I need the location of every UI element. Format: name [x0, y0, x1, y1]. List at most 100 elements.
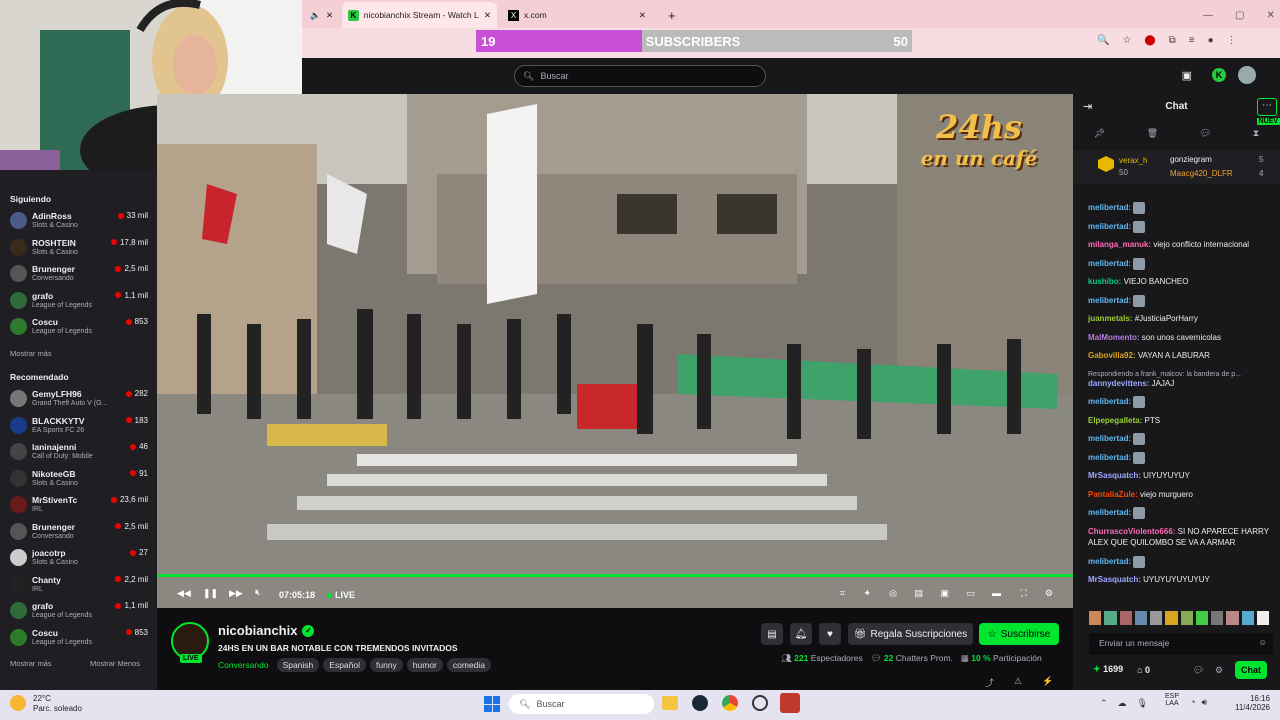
chat-username[interactable]: melibertad: — [1088, 296, 1131, 305]
emote-icon[interactable] — [1211, 611, 1224, 625]
emote-icon[interactable] — [1241, 611, 1254, 625]
mic-icon[interactable]: 🎙︎ — [1137, 698, 1148, 709]
whisper-icon[interactable]: 💬︎ — [1193, 665, 1204, 676]
theatre-icon[interactable]: ▬ — [992, 588, 1001, 598]
chat-toggle-icon[interactable]: ▤ — [761, 623, 783, 645]
emote-icon[interactable] — [1165, 611, 1178, 625]
tag[interactable]: Spanish — [276, 658, 320, 672]
mod-icon[interactable]: ⚡ — [1042, 676, 1053, 689]
chat-input[interactable]: Enviar un mensaje ☺ — [1089, 633, 1273, 655]
video-player[interactable]: 24hs en un café — [157, 94, 1073, 608]
share-icon[interactable]: ⤴ — [985, 676, 994, 689]
chat-username[interactable]: melibertad: — [1088, 259, 1131, 268]
maximize-icon[interactable]: ▢ — [1235, 10, 1244, 21]
clock[interactable]: 16:16 11/4/2026 — [1226, 694, 1270, 712]
chat-username[interactable]: Elpepegalleta: — [1088, 416, 1142, 425]
emote-icon[interactable] — [1104, 611, 1117, 625]
profile-icon[interactable]: ● — [1208, 35, 1214, 46]
sidebar-channel[interactable]: MrStivenTc IRL 23,6 mil — [10, 492, 148, 518]
tab-x[interactable]: X x.com ✕ — [502, 4, 652, 26]
sidebar-channel[interactable]: laninajenni Call of Duty: Mobile 46 — [10, 439, 148, 465]
chat-username[interactable]: melibertad: — [1088, 557, 1131, 566]
emote-icon[interactable] — [1180, 611, 1193, 625]
tag[interactable]: Español — [323, 658, 366, 672]
sidebar-channel[interactable]: Brunenger Conversando 2,5 mil — [10, 519, 148, 545]
chat-username[interactable]: melibertad: — [1088, 434, 1131, 443]
clip-icon[interactable]: ⌗ — [840, 588, 845, 599]
window-controls[interactable]: — ▢ ✕ — [1197, 4, 1280, 26]
extension-icon[interactable]: ⬤ — [1144, 35, 1155, 46]
timer-icon[interactable]: ⧗ — [1253, 128, 1259, 146]
sidebar-channel[interactable]: GemyLFH96 Grand Theft Auto V (G... 282 — [10, 386, 148, 412]
chat-username[interactable]: MrSasquatch: — [1088, 575, 1141, 584]
steam-icon[interactable] — [692, 695, 708, 711]
mute-icon[interactable]: 🔇︎ — [255, 587, 261, 598]
emote-icon[interactable] — [1256, 611, 1269, 625]
chat-username[interactable]: PantaliaZule: — [1088, 490, 1138, 499]
chrome-icon[interactable] — [722, 695, 738, 711]
obs-icon[interactable] — [780, 693, 800, 713]
sidebar-channel[interactable]: Chanty IRL 2,2 mil — [10, 572, 148, 598]
sidebar-channel[interactable]: grafo League of Legends 1,1 mil — [10, 598, 148, 624]
emoji-icon[interactable]: ☺ — [1258, 637, 1267, 647]
windows-start-icon[interactable] — [484, 696, 500, 712]
chat-username[interactable]: milanga_manuk: — [1088, 240, 1151, 249]
wifi-icon[interactable]: ◔ — [1190, 697, 1195, 708]
chat-username[interactable]: melibertad: — [1088, 453, 1131, 462]
emote-icon[interactable] — [1150, 611, 1163, 625]
chat-bubble-icon[interactable]: 💬︎ — [1200, 128, 1211, 146]
quality-icon[interactable]: ◎ — [889, 588, 897, 599]
report-icon[interactable]: ⚠ — [1014, 676, 1022, 689]
chat-username[interactable]: Gabovilla92: — [1088, 351, 1136, 360]
sidebar-channel[interactable]: Brunenger Conversando 2,5 mil — [10, 261, 148, 287]
app-icon[interactable] — [752, 695, 768, 711]
chat-username[interactable]: melibertad: — [1088, 508, 1131, 517]
sidebar-channel[interactable]: Coscu League of Legends 853 — [10, 314, 148, 340]
tab-twitch[interactable]: K nicobianchix Stream - Watch Li ✕ — [342, 2, 497, 28]
points-display[interactable]: ✦ 1699 — [1093, 664, 1123, 675]
chat-menu-icon[interactable]: ⋯ — [1257, 98, 1277, 116]
gift-subs-button[interactable]: 🎁︎ Regala Suscripciones — [848, 623, 973, 645]
progress-bar[interactable] — [157, 574, 1073, 577]
weather-icon[interactable] — [10, 695, 26, 711]
tag[interactable]: funny — [370, 658, 403, 672]
show-more-recommended[interactable]: Mostrar más — [10, 659, 52, 668]
bookmark-star-icon[interactable]: ☆ — [1122, 35, 1131, 46]
chat-username[interactable]: juanmetals: — [1088, 314, 1132, 323]
menu-dots-icon[interactable]: ⋮ — [1227, 35, 1237, 46]
forward-icon[interactable]: ▶▶ — [229, 588, 243, 599]
chat-username[interactable]: melibertad: — [1088, 397, 1131, 406]
user-avatar[interactable] — [1238, 66, 1256, 84]
tag[interactable]: comedia — [446, 658, 492, 672]
chat-username[interactable]: ChurrascoViolento666: — [1088, 527, 1175, 536]
queue-icon[interactable]: ≡ — [1189, 35, 1195, 46]
network-tray-icon[interactable]: ☁ — [1118, 698, 1127, 709]
chat-username[interactable]: MalMomento: — [1088, 333, 1140, 342]
tab-close-icon[interactable]: ✕ — [639, 10, 646, 21]
settings-gear-icon[interactable]: ⚙ — [1045, 588, 1053, 599]
bell-icon[interactable]: 🔔︎ — [790, 623, 812, 645]
minimize-icon[interactable]: — — [1203, 10, 1213, 21]
trash-icon[interactable]: 🗑︎ — [1147, 128, 1158, 146]
emote-icon[interactable] — [1134, 611, 1147, 625]
bits-display[interactable]: ⌂ 0 — [1137, 665, 1150, 675]
chat-username[interactable]: kushibo: — [1088, 277, 1121, 286]
new-tab-button[interactable]: + — [662, 4, 682, 26]
stats-icon[interactable]: ▤ — [914, 588, 923, 599]
chat-username[interactable]: melibertad: — [1088, 203, 1131, 212]
rewind-icon[interactable]: ◀◀ — [177, 588, 191, 599]
sidebar-channel[interactable]: NikoteeGB Slots & Casino 91 — [10, 466, 148, 492]
taskbar-search[interactable]: 🔍︎ Buscar — [509, 694, 654, 714]
fullscreen-icon[interactable]: ⛶ — [1021, 588, 1027, 599]
category-link[interactable]: Conversando — [218, 660, 269, 670]
chat-settings-icon[interactable]: ⚙ — [1215, 665, 1223, 676]
camera-icon[interactable]: ▣ — [1182, 69, 1192, 82]
channel-name[interactable]: nicobianchix — [218, 623, 297, 638]
chat-send-button[interactable]: Chat — [1235, 661, 1267, 679]
tab-close[interactable]: ✕ — [320, 4, 339, 26]
sidebar-channel[interactable]: ROSHTEIN Slots & Casino 17,8 mil — [10, 235, 148, 261]
volume-icon[interactable]: 🔊︎ — [1201, 697, 1207, 708]
show-less-button[interactable]: Mostrar Menos — [90, 659, 140, 668]
sidebar-channel[interactable]: Coscu League of Legends 853 — [10, 625, 148, 651]
tray-chevron-icon[interactable]: ⌃ — [1100, 698, 1108, 709]
